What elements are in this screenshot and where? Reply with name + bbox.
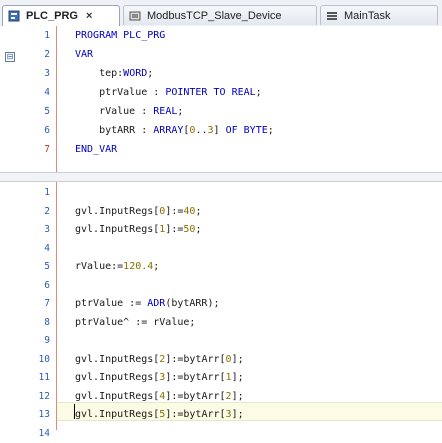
code-text: rValue:=120.4; <box>75 261 160 272</box>
line-number: 9 <box>44 335 50 346</box>
code-text: gvl.InputRegs[5]:=bytArr[3]; <box>75 409 244 420</box>
device-icon <box>129 10 141 22</box>
line-number: 8 <box>44 316 50 328</box>
code-line: 4 <box>0 239 442 258</box>
line-number: 6 <box>44 125 50 136</box>
code-line: 12 gvl.InputRegs[4]:=bytArr[2]; <box>0 387 442 406</box>
code-line: 5 rValue:=120.4; <box>0 257 442 276</box>
line-number: 2 <box>44 205 50 217</box>
code-line: 7 ptrValue := ADR(bytARR); <box>0 294 442 313</box>
line-number: 5 <box>44 261 50 272</box>
code-text: bytARR : ARRAY[0..3] OF BYTE; <box>75 125 274 136</box>
editor-tab-bar: PLC_PRG × ModbusTCP_Slave_Device MainTas… <box>0 0 442 27</box>
line-number: 10 <box>38 353 50 365</box>
line-number: 1 <box>44 187 50 198</box>
line-number: 4 <box>44 87 50 98</box>
code-line: 6 bytARR : ARRAY[0..3] OF BYTE; <box>0 121 442 140</box>
code-line: 6 <box>0 276 442 295</box>
code-line: 10 gvl.InputRegs[2]:=bytArr[0]; <box>0 350 442 369</box>
code-line: 11 gvl.InputRegs[3]:=bytArr[1]; <box>0 368 442 387</box>
code-line: 2 gvl.InputRegs[0]:=40; <box>0 202 442 221</box>
tab-label: ModbusTCP_Slave_Device <box>147 9 282 22</box>
code-text: VAR <box>75 49 94 60</box>
line-number: 14 <box>38 427 50 439</box>
declaration-editor[interactable]: ⊟ 1 PROGRAM PLC_PRG 2 VAR 3 tep:WORD; 4 … <box>0 26 442 172</box>
line-number: 5 <box>44 106 50 117</box>
code-line: 2 VAR <box>0 45 442 64</box>
line-number: 6 <box>44 279 50 291</box>
code-line: 1 PROGRAM PLC_PRG <box>0 26 442 45</box>
tab-plc-prg[interactable]: PLC_PRG × <box>2 5 120 26</box>
code-line: 4 ptrValue : POINTER TO REAL; <box>0 83 442 102</box>
line-number: 3 <box>44 68 50 79</box>
code-line: 8 ptrValue^ := rValue; <box>0 313 442 332</box>
tab-modbustcp-slave-device[interactable]: ModbusTCP_Slave_Device <box>123 5 317 25</box>
code-text: ptrValue : POINTER TO REAL; <box>75 87 262 98</box>
code-text: PROGRAM PLC_PRG <box>75 30 166 41</box>
code-text: gvl.InputRegs[1]:=50; <box>75 224 202 235</box>
code-text: gvl.InputRegs[2]:=bytArr[0]; <box>75 353 244 365</box>
task-icon <box>326 10 338 22</box>
code-text: ptrValue^ := rValue; <box>75 316 196 328</box>
code-text: rValue : REAL; <box>75 106 184 117</box>
line-number: 7 <box>44 298 50 309</box>
code-text: END_VAR <box>75 144 118 155</box>
code-line: 9 <box>0 331 442 350</box>
code-line: 7 END_VAR <box>0 140 442 159</box>
line-number: 3 <box>44 224 50 235</box>
code-line: 14 <box>0 424 442 443</box>
code-text: gvl.InputRegs[0]:=40; <box>75 205 202 217</box>
code-line: 5 rValue : REAL; <box>0 102 442 121</box>
line-number: 12 <box>38 390 50 402</box>
text-cursor <box>74 404 75 419</box>
code-line: 13 gvl.InputRegs[5]:=bytArr[3]; <box>0 405 442 424</box>
tab-label: MainTask <box>344 9 391 22</box>
code-text: gvl.InputRegs[3]:=bytArr[1]; <box>75 372 244 383</box>
line-number: 4 <box>44 242 50 254</box>
tab-maintask[interactable]: MainTask <box>320 5 438 25</box>
line-number: 1 <box>44 30 50 41</box>
line-number: 2 <box>44 49 50 60</box>
code-text: ptrValue := ADR(bytARR); <box>75 298 220 309</box>
code-line: 1 <box>0 183 442 202</box>
code-text: tep:WORD; <box>75 68 154 79</box>
line-number: 7 <box>44 144 50 155</box>
close-icon[interactable]: × <box>86 10 92 22</box>
code-text: gvl.InputRegs[4]:=bytArr[2]; <box>75 390 244 402</box>
program-icon <box>8 10 20 22</box>
line-number: 13 <box>38 409 50 420</box>
code-line: 3 tep:WORD; <box>0 64 442 83</box>
pane-splitter[interactable] <box>0 172 442 182</box>
tab-label: PLC_PRG <box>26 10 78 22</box>
line-number: 11 <box>38 372 50 383</box>
code-line: 3 gvl.InputRegs[1]:=50; <box>0 220 442 239</box>
